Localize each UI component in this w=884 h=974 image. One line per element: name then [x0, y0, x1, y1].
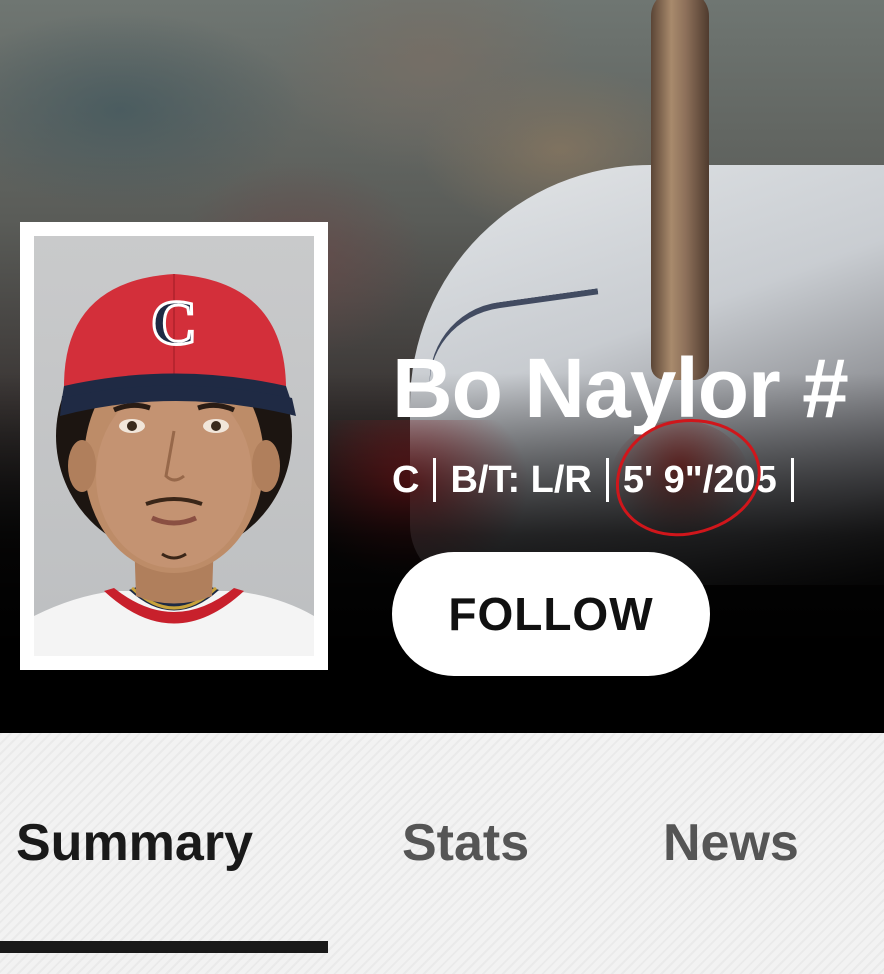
tab-bar: Summary Stats News	[0, 733, 884, 974]
info-separator	[790, 458, 794, 502]
player-name: Bo Naylor #	[392, 341, 849, 435]
cap-logo: C	[151, 287, 197, 358]
info-separator	[433, 458, 437, 502]
background-bat	[651, 0, 709, 380]
player-hero: C Bo Naylor # C B/T: L/R 5' 9" /205 FOLL…	[0, 0, 884, 733]
player-height-wrap: 5' 9"	[607, 408, 769, 545]
player-bats-throws: B/T: L/R	[450, 458, 592, 501]
player-position: C	[392, 458, 420, 501]
tab-news[interactable]: News	[663, 813, 799, 873]
tab-summary[interactable]: Summary	[16, 813, 253, 873]
player-headshot-image: C	[34, 274, 314, 656]
info-separator	[605, 458, 609, 502]
player-info: C B/T: L/R 5' 9" /205	[392, 408, 808, 545]
active-tab-indicator	[0, 941, 328, 953]
tab-stats[interactable]: Stats	[402, 813, 529, 873]
follow-button[interactable]: FOLLOW	[392, 552, 710, 676]
player-headshot-frame: C	[20, 222, 328, 670]
player-headshot: C	[34, 236, 314, 656]
